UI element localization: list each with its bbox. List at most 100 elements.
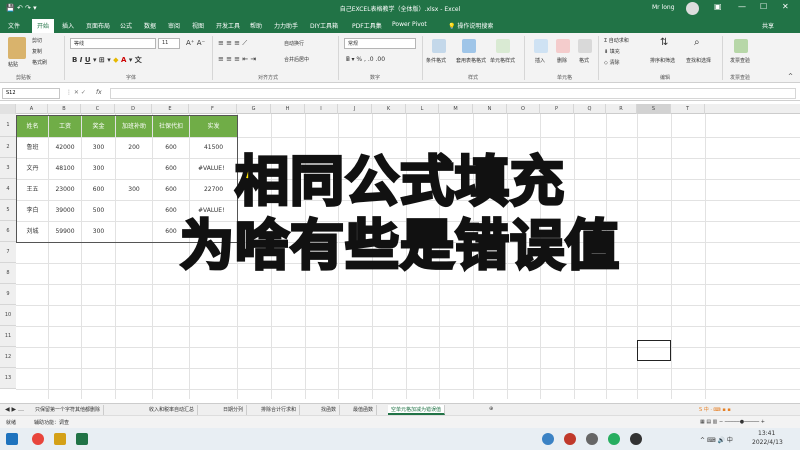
invoice-check-icon[interactable] <box>734 39 748 53</box>
delete-cells-button[interactable]: 删除 <box>557 57 567 64</box>
table-cell[interactable]: 文丹 <box>17 158 48 179</box>
tab-assistant[interactable]: 力力助手 <box>274 21 298 30</box>
column-header[interactable]: P <box>540 104 574 114</box>
tab-view[interactable]: 视图 <box>192 21 204 30</box>
tab-power-pivot[interactable]: Power Pivot <box>392 21 427 28</box>
table-cell[interactable]: 300 <box>116 179 152 200</box>
tray-app-icon[interactable] <box>542 433 554 445</box>
table-cell[interactable]: 王五 <box>17 179 48 200</box>
column-header[interactable]: H <box>271 104 305 114</box>
table-header-cell[interactable]: 社保代扣 <box>153 116 189 137</box>
table-cell[interactable]: #VALUE! <box>190 158 237 179</box>
clock-date[interactable]: 2022/4/13 <box>752 439 783 446</box>
name-box[interactable]: S12 <box>2 88 60 99</box>
cell-styles-icon[interactable] <box>496 39 510 53</box>
row-header[interactable]: 12 <box>0 347 16 368</box>
sheet-tab[interactable]: 最值函数 <box>350 405 378 415</box>
column-header[interactable]: J <box>338 104 372 114</box>
column-header[interactable]: L <box>406 104 439 114</box>
table-header-cell[interactable]: 加班补助 <box>116 116 152 137</box>
maximize-icon[interactable]: ☐ <box>760 2 767 11</box>
table-cell[interactable]: 李白 <box>17 200 48 221</box>
sort-filter-icon[interactable]: ⇅ <box>660 37 668 48</box>
column-header[interactable]: C <box>81 104 115 114</box>
column-header[interactable]: T <box>671 104 705 114</box>
table-cell[interactable]: 48100 <box>49 158 81 179</box>
row-header[interactable]: 13 <box>0 368 16 389</box>
font-style-buttons[interactable]: B I U ▾ ⊞ ▾ ◆ A ▾ 文 <box>72 55 142 65</box>
add-sheet-icon[interactable]: ⊕ <box>486 405 496 415</box>
table-cell[interactable]: 600 <box>153 200 189 221</box>
table-cell[interactable]: 500 <box>82 200 115 221</box>
tab-formulas[interactable]: 公式 <box>120 21 132 30</box>
table-cell[interactable]: 刘城 <box>17 221 48 242</box>
sheet-tab[interactable]: 找函数 <box>318 405 341 415</box>
tray-app-icon[interactable] <box>608 433 620 445</box>
table-cell[interactable]: 300 <box>82 221 115 242</box>
table-cell[interactable]: 600 <box>153 158 189 179</box>
tell-me-search[interactable]: 💡 操作说明搜索 <box>448 21 493 30</box>
wrap-text-button[interactable]: 自动换行 <box>284 40 304 47</box>
table-cell[interactable]: 23000 <box>49 179 81 200</box>
system-tray-icons[interactable]: ^ ⌨ 🔊 中 <box>700 435 733 444</box>
number-format-select[interactable]: 常规 <box>344 38 416 49</box>
table-header-cell[interactable]: 实发 <box>190 116 237 137</box>
format-cells-icon[interactable] <box>578 39 592 53</box>
format-as-table-icon[interactable] <box>462 39 476 53</box>
select-all-corner[interactable] <box>0 104 16 114</box>
column-header[interactable]: Q <box>574 104 606 114</box>
fx-icon[interactable]: fx <box>96 89 102 96</box>
tab-developer[interactable]: 开发工具 <box>216 21 240 30</box>
cell-styles-button[interactable]: 单元格样式 <box>490 57 515 64</box>
table-cell[interactable]: 600 <box>82 179 115 200</box>
row-header[interactable]: 7 <box>0 242 16 263</box>
autosum-button[interactable]: Σ 自动求和 <box>604 37 629 44</box>
tab-review[interactable]: 审阅 <box>168 21 180 30</box>
align-top-buttons[interactable]: ≡ ≡ ≡ ⟋ <box>218 39 247 48</box>
copy-button[interactable]: 复制 <box>32 48 42 55</box>
tray-app-icon[interactable] <box>630 433 642 445</box>
cut-button[interactable]: 剪切 <box>32 37 42 44</box>
number-format-buttons[interactable]: 🖩 ▾ % ‚ .0 .00 <box>346 55 385 65</box>
ribbon-options-icon[interactable]: ▣ <box>714 2 722 11</box>
row-header[interactable]: 3 <box>0 158 16 179</box>
sheet-tab[interactable]: 只保留第一个字符其他都删除 <box>32 405 105 415</box>
find-icon[interactable]: ⌕ <box>694 37 700 48</box>
row-header[interactable]: 10 <box>0 305 16 326</box>
clear-button[interactable]: ◇ 清除 <box>604 59 619 66</box>
tab-data[interactable]: 数据 <box>144 21 156 30</box>
row-header[interactable]: 9 <box>0 284 16 305</box>
clock-time[interactable]: 13:41 <box>758 430 775 437</box>
row-header[interactable]: 4 <box>0 179 16 200</box>
paste-icon[interactable] <box>8 37 26 59</box>
sheet-tab[interactable]: 日期分列 <box>220 405 248 415</box>
column-header[interactable]: R <box>606 104 637 114</box>
column-header[interactable]: B <box>48 104 81 114</box>
insert-cells-button[interactable]: 插入 <box>535 57 545 64</box>
merge-center-button[interactable]: 合并后居中 <box>284 56 309 63</box>
close-icon[interactable]: ✕ <box>782 2 789 11</box>
row-header[interactable]: 5 <box>0 200 16 221</box>
column-header[interactable]: M <box>439 104 473 114</box>
table-cell[interactable]: 59900 <box>49 221 81 242</box>
windows-start-icon[interactable] <box>6 433 18 445</box>
format-painter-button[interactable]: 格式刷 <box>32 59 47 66</box>
column-header[interactable]: I <box>305 104 338 114</box>
formula-cancel-confirm-icons[interactable]: ⋮ ✕ ✓ <box>66 89 86 96</box>
tab-diy-toolbox[interactable]: DIY工具箱 <box>310 21 338 30</box>
column-header[interactable]: D <box>115 104 152 114</box>
row-header[interactable]: 2 <box>0 137 16 158</box>
column-header[interactable]: N <box>473 104 507 114</box>
align-horizontal-buttons[interactable]: ≡ ≡ ≡ ⇤ ⇥ <box>218 55 256 63</box>
format-as-table-button[interactable]: 套用表格格式 <box>456 57 486 64</box>
input-method-icon[interactable]: S 中 · ⌨ ▪ ▪ <box>696 405 734 415</box>
tray-app-icon[interactable] <box>564 433 576 445</box>
table-cell[interactable]: 41500 <box>190 137 237 158</box>
table-cell[interactable]: 39000 <box>49 200 81 221</box>
tab-help[interactable]: 帮助 <box>250 21 262 30</box>
table-header-cell[interactable]: 工资 <box>49 116 81 137</box>
table-cell[interactable]: 300 <box>82 158 115 179</box>
formula-input[interactable] <box>110 88 796 99</box>
row-header[interactable]: 6 <box>0 221 16 242</box>
tab-pdf-tools[interactable]: PDF工具集 <box>352 21 382 30</box>
